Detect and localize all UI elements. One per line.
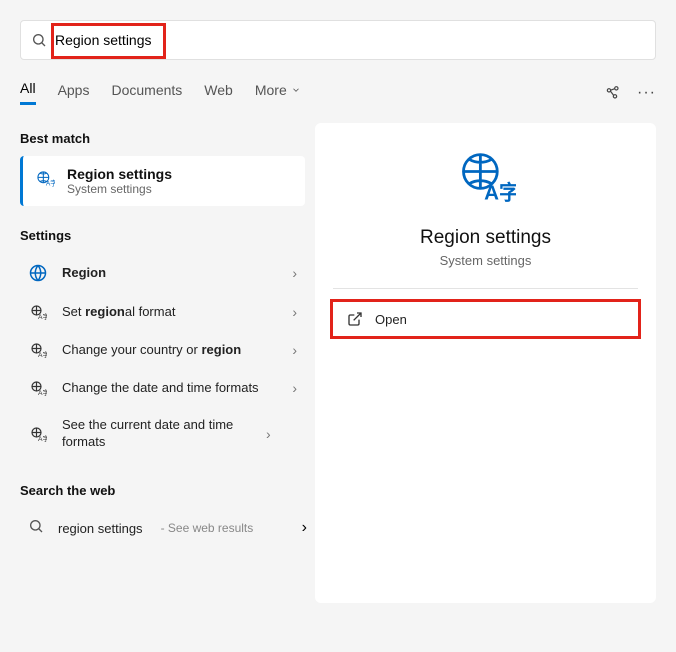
settings-item-datetime-formats[interactable]: A字 Change the date and time formats › xyxy=(20,369,305,407)
settings-label: Set regional format xyxy=(62,304,278,321)
search-web-query: region settings xyxy=(58,521,143,536)
best-match-subtitle: System settings xyxy=(67,182,172,196)
results-panel: Best match A字 Region settings System set… xyxy=(0,123,315,603)
chevron-right-icon: › xyxy=(302,519,307,537)
settings-item-current-datetime[interactable]: A字 See the current date and time formats… xyxy=(20,407,305,461)
chevron-right-icon: › xyxy=(292,380,297,396)
best-match-title: Region settings xyxy=(67,166,172,182)
settings-label: Region xyxy=(62,265,278,282)
chevron-right-icon: › xyxy=(292,265,297,281)
preview-panel: A字 Region settings System settings Open xyxy=(315,123,656,603)
chevron-right-icon: › xyxy=(292,304,297,320)
settings-item-regional-format[interactable]: A字 Set regional format › xyxy=(20,293,305,331)
settings-item-region[interactable]: Region › xyxy=(20,253,305,293)
more-options-icon[interactable]: ··· xyxy=(637,84,656,102)
chevron-right-icon: › xyxy=(266,426,271,442)
region-settings-icon: A字 xyxy=(35,169,55,194)
settings-label: See the current date and time formats xyxy=(62,417,252,451)
search-web-hint: - See web results xyxy=(161,521,254,535)
tab-documents[interactable]: Documents xyxy=(111,82,182,104)
svg-text:A字: A字 xyxy=(38,388,47,397)
language-icon: A字 xyxy=(28,303,48,321)
svg-text:A字: A字 xyxy=(484,181,516,205)
search-web-item[interactable]: region settings - See web results › xyxy=(20,508,315,549)
best-match-header: Best match xyxy=(20,123,315,156)
svg-text:A字: A字 xyxy=(38,434,47,443)
svg-text:A字: A字 xyxy=(38,312,47,321)
settings-header: Settings xyxy=(20,220,305,253)
language-icon: A字 xyxy=(28,379,48,397)
open-action[interactable]: Open xyxy=(333,301,638,337)
svg-text:A字: A字 xyxy=(38,350,47,359)
search-icon xyxy=(31,32,47,48)
preview-subtitle: System settings xyxy=(315,253,656,268)
tabs-bar: All Apps Documents Web More ··· xyxy=(0,80,676,105)
settings-item-country[interactable]: A字 Change your country or region › xyxy=(20,331,305,369)
preview-icon: A字 xyxy=(315,149,656,209)
svg-text:A字: A字 xyxy=(46,178,55,187)
open-link-icon xyxy=(347,311,363,327)
open-action-label: Open xyxy=(375,312,407,327)
tab-web[interactable]: Web xyxy=(204,82,233,104)
language-icon: A字 xyxy=(28,425,48,443)
search-input[interactable] xyxy=(55,32,645,48)
tab-more[interactable]: More xyxy=(255,82,301,104)
preview-title: Region settings xyxy=(315,227,656,249)
search-icon xyxy=(28,518,44,539)
search-web-header: Search the web xyxy=(20,475,315,508)
settings-label: Change your country or region xyxy=(62,342,278,359)
divider xyxy=(333,288,638,289)
tab-all[interactable]: All xyxy=(20,80,36,105)
language-icon: A字 xyxy=(28,341,48,359)
settings-label: Change the date and time formats xyxy=(62,380,278,397)
globe-icon xyxy=(28,263,48,283)
search-bar[interactable] xyxy=(20,20,656,60)
tab-apps[interactable]: Apps xyxy=(58,82,90,104)
best-match-item[interactable]: A字 Region settings System settings xyxy=(20,156,305,206)
chevron-right-icon: › xyxy=(292,342,297,358)
chevron-down-icon xyxy=(291,85,301,95)
share-icon[interactable] xyxy=(605,85,621,101)
